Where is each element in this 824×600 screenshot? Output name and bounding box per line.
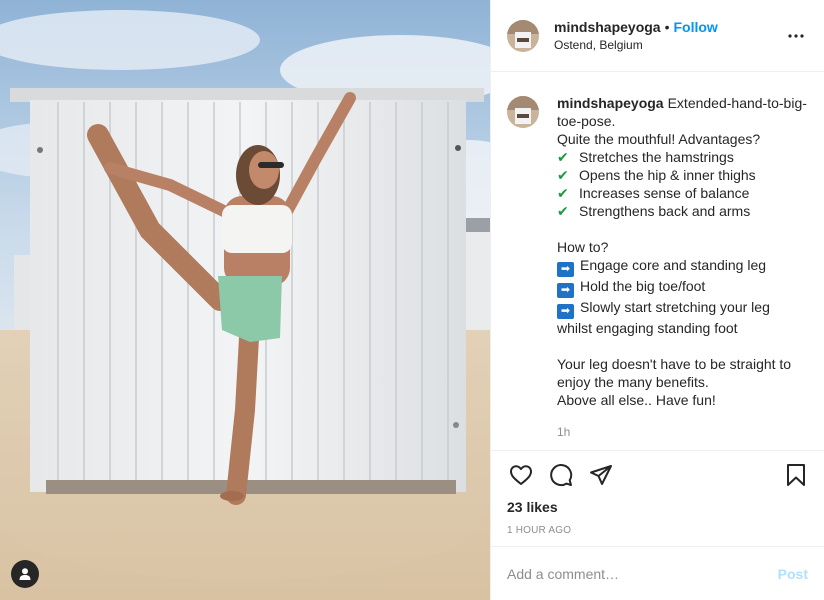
header-username[interactable]: mindshapeyoga	[554, 19, 661, 35]
bookmark-icon	[787, 464, 805, 486]
post-header: mindshapeyoga • Follow Ostend, Belgium	[491, 0, 824, 72]
heart-icon	[510, 465, 532, 485]
save-button[interactable]	[782, 461, 810, 489]
likes-count[interactable]: 23 likes	[507, 499, 808, 515]
avatar[interactable]	[507, 19, 539, 52]
post-timestamp[interactable]: 1 HOUR AGO	[507, 525, 808, 536]
add-comment-form: Post	[491, 546, 824, 600]
step-item: ➡ Slowly start stretching your leg whilst…	[557, 299, 770, 336]
post-caption: mindshapeyoga Extended-hand-to-big-toe-po…	[557, 94, 808, 450]
caption-username[interactable]: mindshapeyoga	[557, 95, 664, 111]
post-location[interactable]: Ostend, Belgium	[554, 38, 784, 52]
header-separator: •	[664, 19, 670, 35]
profile-picture	[507, 96, 539, 128]
advantage-item: ✔ Strengthens back and arms	[557, 203, 751, 219]
action-bar	[507, 461, 808, 489]
caption-avatar[interactable]	[507, 96, 539, 128]
right-arrow-icon: ➡	[557, 262, 574, 277]
advantage-item: ✔ Stretches the hamstrings	[557, 149, 734, 165]
check-icon: ✔	[557, 203, 569, 219]
more-horizontal-icon	[788, 33, 804, 38]
post-side-panel: mindshapeyoga • Follow Ostend, Belgium m…	[490, 0, 824, 600]
comment-button[interactable]	[547, 461, 575, 489]
check-icon: ✔	[557, 149, 569, 165]
comments-area: mindshapeyoga Extended-hand-to-big-toe-po…	[491, 72, 824, 450]
post-photo[interactable]	[0, 0, 490, 600]
comment-icon	[550, 464, 573, 487]
post-actions-section: 23 likes 1 HOUR AGO	[491, 450, 824, 546]
advantage-item: ✔ Opens the hip & inner thighs	[557, 167, 756, 183]
profile-picture	[507, 19, 539, 52]
share-icon	[590, 465, 612, 485]
check-icon: ✔	[557, 185, 569, 201]
caption-closing: Above all else.. Have fun!	[557, 392, 716, 408]
tagged-users-button[interactable]	[11, 560, 39, 588]
post-comment-button[interactable]: Post	[778, 566, 808, 582]
check-icon: ✔	[557, 167, 569, 183]
howto-title: How to?	[557, 239, 609, 255]
follow-button[interactable]: Follow	[674, 19, 718, 35]
share-button[interactable]	[587, 461, 615, 489]
step-item: ➡ Hold the big toe/foot	[557, 277, 808, 298]
comment-input[interactable]	[507, 565, 778, 582]
caption-time[interactable]: 1h	[557, 423, 808, 441]
user-icon	[19, 568, 31, 580]
caption-closing: Your leg doesn't have to be straight to …	[557, 356, 792, 390]
advantage-item: ✔ Increases sense of balance	[557, 185, 750, 201]
right-arrow-icon: ➡	[557, 283, 574, 298]
step-item: ➡ Engage core and standing leg	[557, 256, 808, 277]
more-options-button[interactable]	[784, 24, 808, 48]
instagram-post: mindshapeyoga • Follow Ostend, Belgium m…	[0, 0, 824, 600]
caption-intro: Quite the mouthful! Advantages?	[557, 131, 761, 147]
like-button[interactable]	[507, 461, 535, 489]
yoga-pose-photo	[0, 0, 490, 600]
right-arrow-icon: ➡	[557, 304, 574, 319]
